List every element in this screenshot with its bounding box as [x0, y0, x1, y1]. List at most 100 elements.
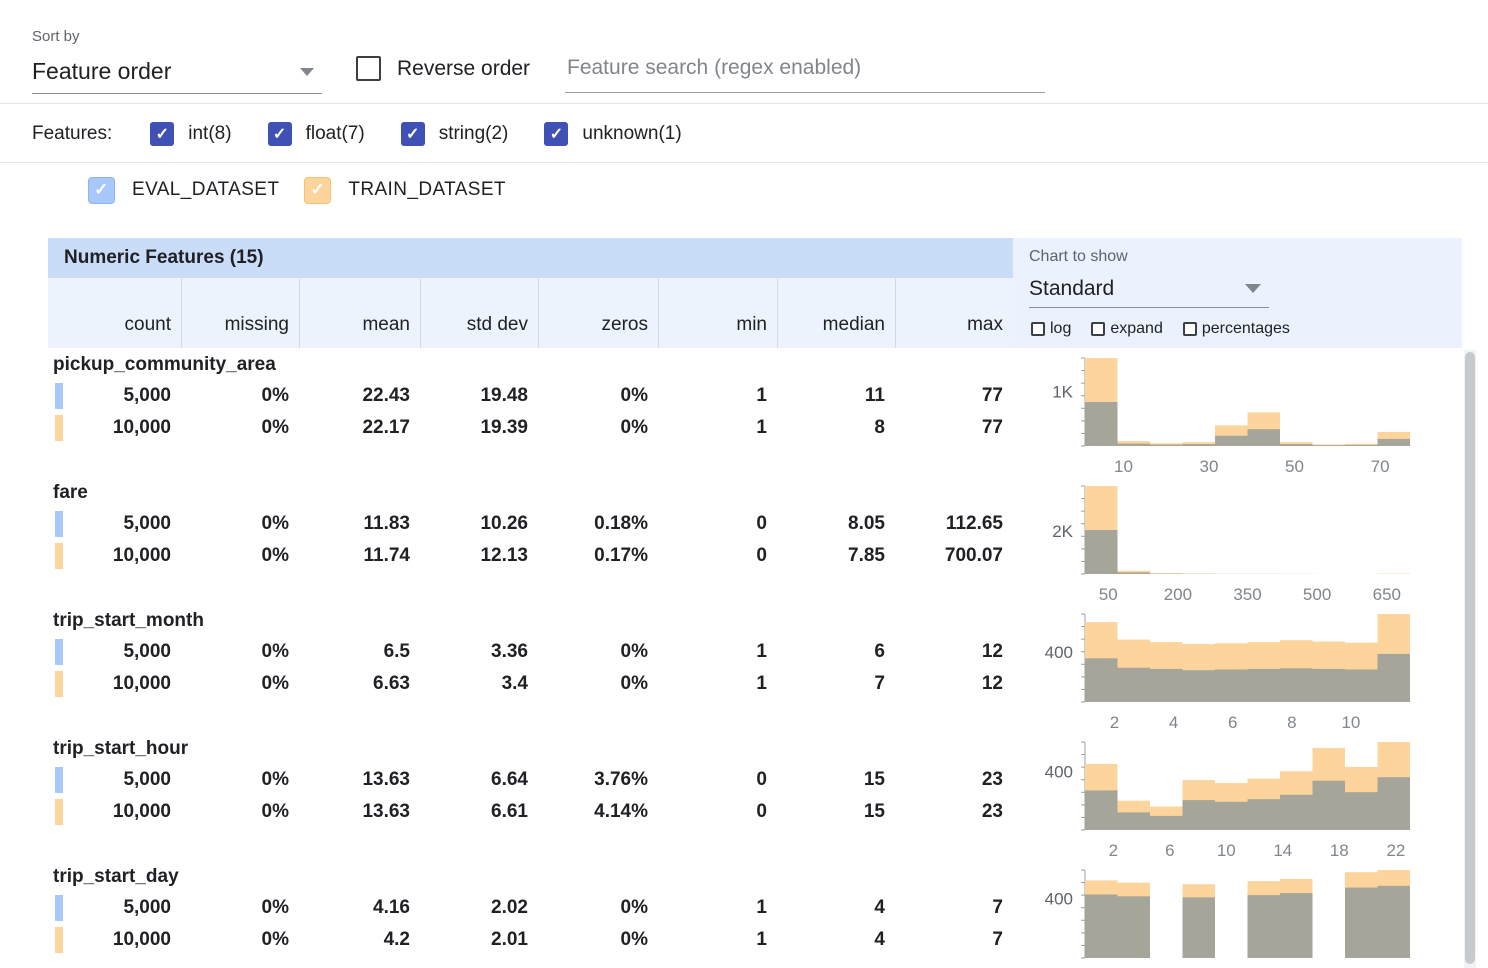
toolbar: Sort by Feature order Reverse order	[0, 0, 1488, 104]
feature-histogram: 1K10305070	[1033, 352, 1423, 483]
stat-median: 4	[777, 892, 895, 924]
stat-mean: 13.63	[299, 764, 420, 796]
stat-zeros: 4.14%	[538, 796, 658, 828]
svg-text:50: 50	[1285, 457, 1304, 476]
stats-row-eval_dataset: 5,0000%13.636.643.76%01523	[48, 764, 1013, 796]
feature-histogram: 4002610141822	[1033, 736, 1423, 867]
stat-count: 5,000	[48, 636, 181, 668]
stats-row-eval_dataset: 5,0000%4.162.020%147	[48, 892, 1013, 924]
stat-missing: 0%	[181, 636, 299, 668]
stat-median: 8	[777, 412, 895, 444]
stat-zeros: 0%	[538, 412, 658, 444]
stat-max: 77	[895, 380, 1013, 412]
feature-type-checkbox-unknown[interactable]: ✓unknown(1)	[544, 122, 681, 146]
svg-text:6: 6	[1228, 713, 1237, 732]
stat-max: 23	[895, 764, 1013, 796]
feature-type-label: float(7)	[306, 123, 365, 145]
dataset-color-chip	[55, 799, 63, 825]
toggle-percentages[interactable]: percentages	[1183, 320, 1290, 338]
histogram-chart: 1K10305070	[1033, 352, 1423, 478]
stat-std-dev: 2.01	[420, 924, 538, 956]
feature-type-filter-bar: Features: ✓int(8)✓float(7)✓string(2)✓unk…	[0, 105, 1488, 163]
feature-type-label: unknown(1)	[582, 123, 681, 145]
svg-text:50: 50	[1099, 585, 1118, 604]
svg-text:500: 500	[1303, 585, 1331, 604]
stat-min: 1	[658, 892, 777, 924]
feature-type-options: ✓int(8) ✓float(7) ✓string(2) ✓unknown(1)	[150, 122, 717, 146]
column-header-missing: missing	[181, 278, 299, 348]
stat-median: 6	[777, 636, 895, 668]
feature-type-checkbox-int[interactable]: ✓int(8)	[150, 122, 231, 146]
reverse-order-checkbox[interactable]: Reverse order	[356, 56, 530, 81]
feature-block-fare: fare5,0000%11.8310.260.18%08.05112.6510,…	[48, 478, 1462, 606]
stat-count: 10,000	[48, 796, 181, 828]
scrollbar[interactable]	[1464, 350, 1476, 968]
stat-std-dev: 2.02	[420, 892, 538, 924]
stats-row-train_dataset: 10,0000%11.7412.130.17%07.85700.07	[48, 540, 1013, 572]
stat-missing: 0%	[181, 668, 299, 700]
scrollbar-thumb[interactable]	[1465, 352, 1475, 964]
histogram-chart: 4002610141822	[1033, 736, 1423, 862]
svg-text:70: 70	[1371, 457, 1390, 476]
stat-mean: 11.83	[299, 508, 420, 540]
svg-text:4: 4	[1169, 713, 1178, 732]
feature-type-checkbox-float[interactable]: ✓float(7)	[268, 122, 365, 146]
stat-std-dev: 3.4	[420, 668, 538, 700]
sort-by-select[interactable]: Feature order	[32, 50, 322, 94]
feature-type-label: string(2)	[439, 123, 509, 145]
stat-median: 15	[777, 796, 895, 828]
svg-text:200: 200	[1164, 585, 1192, 604]
feature-search	[565, 52, 1045, 93]
stat-mean: 22.17	[299, 412, 420, 444]
stat-max: 23	[895, 796, 1013, 828]
stat-missing: 0%	[181, 508, 299, 540]
dataset-legend: ✓EVAL_DATASET ✓TRAIN_DATASET	[88, 163, 506, 217]
stat-missing: 0%	[181, 540, 299, 572]
svg-text:22: 22	[1386, 841, 1405, 860]
feature-block-trip_start_hour: trip_start_hour5,0000%13.636.643.76%0152…	[48, 734, 1462, 862]
chart-to-show-label: Chart to show	[1029, 248, 1128, 266]
column-header-min: min	[658, 278, 777, 348]
svg-text:14: 14	[1273, 841, 1292, 860]
stats-row-eval_dataset: 5,0000%11.8310.260.18%08.05112.65	[48, 508, 1013, 540]
stat-std-dev: 10.26	[420, 508, 538, 540]
stat-min: 1	[658, 380, 777, 412]
histogram-chart: 400246810	[1033, 608, 1423, 734]
toggle-label: expand	[1110, 320, 1163, 338]
svg-text:18: 18	[1330, 841, 1349, 860]
stat-count: 10,000	[48, 540, 181, 572]
toggle-log[interactable]: log	[1031, 320, 1071, 338]
dataset-checkbox-train_dataset[interactable]: ✓TRAIN_DATASET	[304, 177, 506, 204]
stat-min: 0	[658, 508, 777, 540]
column-header-median: median	[777, 278, 895, 348]
column-header-mean: mean	[299, 278, 420, 348]
stat-mean: 11.74	[299, 540, 420, 572]
stat-mean: 13.63	[299, 796, 420, 828]
feature-list: pickup_community_area5,0000%22.4319.480%…	[48, 350, 1462, 968]
stat-missing: 0%	[181, 924, 299, 956]
feature-type-checkbox-string[interactable]: ✓string(2)	[401, 122, 509, 146]
stat-min: 0	[658, 796, 777, 828]
dataset-checkbox-eval_dataset[interactable]: ✓EVAL_DATASET	[88, 177, 279, 204]
dataset-color-chip	[55, 639, 63, 665]
toggle-label: percentages	[1202, 320, 1290, 338]
chart-type-select[interactable]: Standard	[1029, 270, 1269, 308]
facets-overview-app: Sort by Feature order Reverse order Feat…	[0, 0, 1488, 968]
svg-text:2: 2	[1110, 713, 1119, 732]
checkbox-unchecked-icon	[1031, 322, 1045, 336]
svg-text:2K: 2K	[1052, 522, 1073, 541]
stat-zeros: 0%	[538, 380, 658, 412]
stat-zeros: 0%	[538, 668, 658, 700]
stat-max: 700.07	[895, 540, 1013, 572]
histogram-chart: 400	[1033, 864, 1423, 968]
feature-block-trip_start_month: trip_start_month5,0000%6.53.360%161210,0…	[48, 606, 1462, 734]
search-input[interactable]	[565, 52, 1045, 93]
stat-count: 10,000	[48, 924, 181, 956]
stat-std-dev: 19.48	[420, 380, 538, 412]
feature-name: fare	[53, 482, 88, 504]
stat-median: 15	[777, 764, 895, 796]
stat-count: 5,000	[48, 380, 181, 412]
stat-missing: 0%	[181, 380, 299, 412]
toggle-expand[interactable]: expand	[1091, 320, 1163, 338]
checkbox-unchecked-icon	[1183, 322, 1197, 336]
